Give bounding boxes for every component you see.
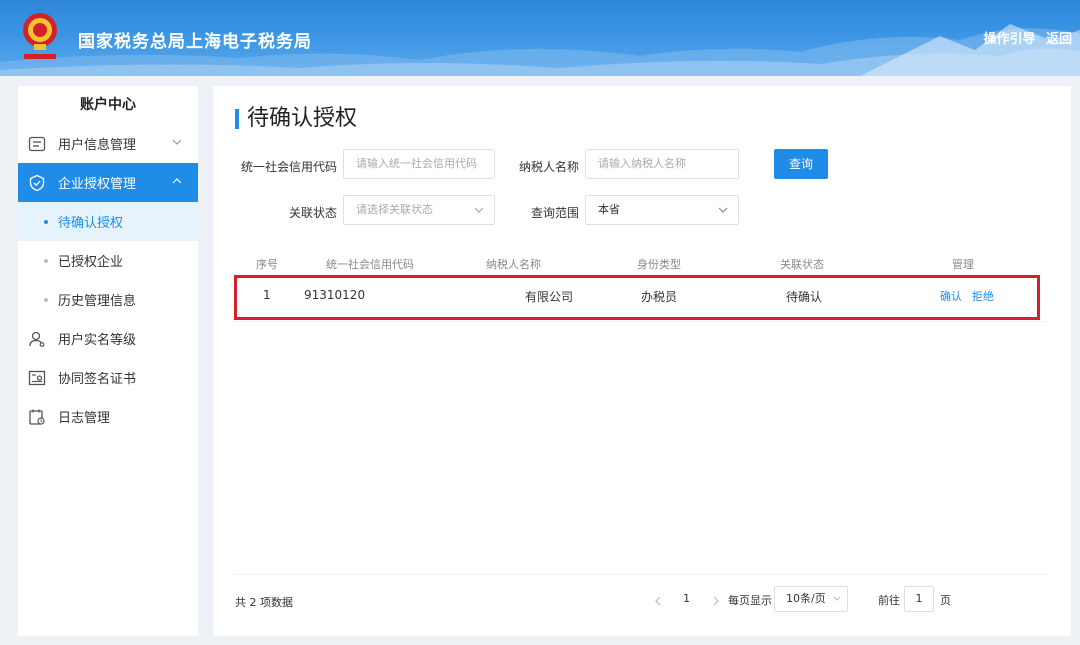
table-header-identity-type: 身份类型 (637, 258, 681, 271)
sidebar-subitem-label: 待确认授权 (58, 216, 124, 231)
main-panel: 待确认授权 统一社会信用代码 请输入统一社会信用代码 纳税人名称 请输入纳税人名… (213, 86, 1071, 636)
status-label: 关联状态 (288, 206, 337, 220)
status-select[interactable]: 请选择关联状态 (343, 195, 495, 225)
top-header: 国家税务总局上海电子税务局 操作引导 返回 (0, 0, 1080, 76)
table-header-index: 序号 (256, 258, 278, 271)
page-suffix: 页 (940, 594, 951, 607)
chevron-up-icon (172, 178, 182, 184)
sidebar-subitem-history[interactable]: 历史管理信息 (18, 280, 198, 319)
sidebar-item-user-level[interactable]: 用户实名等级 (18, 319, 198, 358)
per-page-select[interactable]: 10条/页 (774, 586, 848, 612)
per-page-label: 每页显示 (728, 594, 772, 607)
prev-page-icon[interactable] (654, 596, 662, 606)
credit-code-input[interactable]: 请输入统一社会信用代码 (343, 149, 495, 179)
taxpayer-name-label: 纳税人名称 (518, 160, 579, 174)
footer-divider (233, 574, 1049, 575)
sidebar-item-label: 协同签名证书 (58, 372, 137, 387)
sidebar-item-enterprise-auth[interactable]: 企业授权管理 (18, 163, 198, 202)
bullet-dot (44, 219, 48, 224)
taxpayer-name-input[interactable]: 请输入纳税人名称 (585, 149, 739, 179)
query-button[interactable]: 查询 (774, 149, 828, 179)
per-page-value: 10条/页 (786, 592, 826, 605)
sidebar-subitem-pending-auth[interactable]: 待确认授权 (18, 202, 198, 241)
goto-label: 前往 (878, 594, 900, 607)
table-header-manage: 管理 (952, 258, 974, 271)
user-info-icon (28, 136, 46, 151)
sidebar-item-label: 企业授权管理 (58, 177, 137, 192)
scope-select[interactable]: 本省 (585, 195, 739, 225)
sidebar-subitem-authorized-enterprises[interactable]: 已授权企业 (18, 241, 198, 280)
scope-label: 查询范围 (530, 206, 579, 220)
chevron-down-icon (833, 596, 841, 601)
scope-select-value: 本省 (598, 203, 620, 216)
enterprise-auth-icon (29, 174, 45, 191)
sidebar-item-user-info[interactable]: 用户信息管理 (18, 124, 198, 163)
bullet-dot (44, 297, 48, 302)
table-header-credit-code: 统一社会信用代码 (326, 258, 414, 271)
bullet-dot (44, 258, 48, 263)
header-links: 操作引导 返回 (977, 28, 1072, 47)
guide-link[interactable]: 操作引导 (983, 32, 1035, 47)
certificate-icon (28, 370, 46, 385)
sidebar-item-label: 用户信息管理 (58, 138, 137, 153)
table-header-taxpayer-name: 纳税人名称 (486, 258, 541, 271)
back-link[interactable]: 返回 (1046, 32, 1072, 47)
log-icon (29, 409, 45, 425)
chevron-down-icon (172, 139, 182, 145)
chevron-down-icon (474, 207, 484, 213)
chevron-down-icon (718, 207, 728, 213)
credit-code-label: 统一社会信用代码 (240, 160, 337, 174)
tax-emblem-icon (23, 13, 57, 59)
sidebar-title: 账户中心 (80, 97, 136, 113)
sidebar-subitem-label: 已授权企业 (58, 255, 124, 270)
sidebar-subitem-label: 历史管理信息 (58, 294, 137, 309)
table-header-status: 关联状态 (780, 258, 824, 271)
sidebar-item-label: 日志管理 (58, 411, 111, 426)
table-divider (233, 321, 1049, 322)
sidebar-item-certificate[interactable]: 协同签名证书 (18, 358, 198, 397)
sidebar-item-label: 用户实名等级 (58, 333, 137, 348)
total-count: 共 2 项数据 (235, 596, 293, 609)
sidebar-item-log[interactable]: 日志管理 (18, 397, 198, 436)
sidebar: 账户中心 用户信息管理 企业授权管理 待确认授权 已授权企业 历史管理信息 用户… (18, 86, 198, 636)
goto-page-input[interactable]: 1 (904, 586, 934, 612)
row-highlight-box (234, 275, 1040, 320)
status-select-placeholder: 请选择关联状态 (356, 203, 433, 216)
current-page-number[interactable]: 1 (683, 592, 690, 605)
next-page-icon[interactable] (712, 596, 720, 606)
page-title: 待确认授权 (235, 106, 357, 132)
site-title: 国家税务总局上海电子税务局 (78, 32, 312, 52)
user-level-icon (29, 331, 45, 347)
